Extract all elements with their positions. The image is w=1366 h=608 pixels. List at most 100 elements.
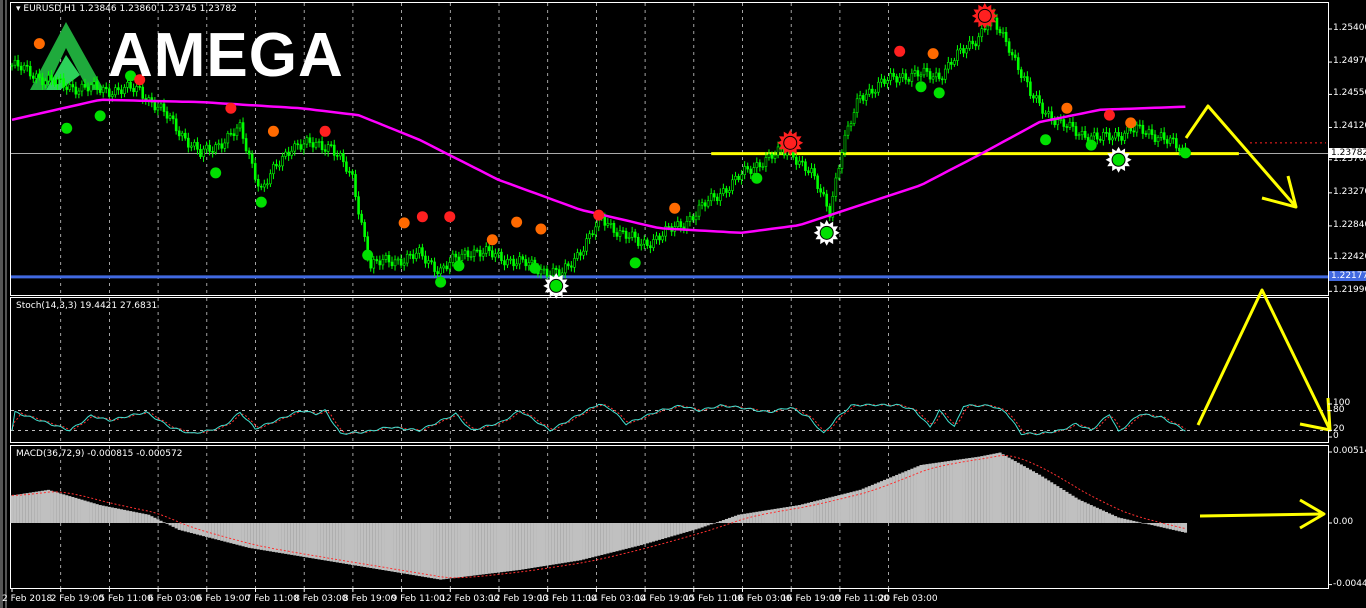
macd-histogram-bar xyxy=(393,523,397,573)
macd-histogram-bar xyxy=(77,498,81,523)
candle-body xyxy=(478,249,482,257)
time-label: 6 Feb 03:00 xyxy=(148,594,202,604)
collapse-arrow-icon[interactable]: ▾ xyxy=(16,4,21,14)
candle-body xyxy=(1126,126,1129,134)
macd-histogram-bar xyxy=(31,492,35,523)
bottom-signal-dot xyxy=(915,81,927,93)
macd-histogram-bar xyxy=(34,491,38,523)
candle-body xyxy=(554,267,558,270)
candle-body xyxy=(390,261,394,267)
macd-histogram-bar xyxy=(1095,507,1099,523)
candle-body xyxy=(220,143,224,149)
bottom-signal-dot xyxy=(820,226,833,239)
macd-histogram-bar xyxy=(527,523,531,569)
candle-body xyxy=(187,137,190,148)
bottom-signal-dot xyxy=(61,122,73,134)
candle-body xyxy=(332,144,336,156)
macd-histogram-bar xyxy=(633,523,637,547)
macd-histogram-bar xyxy=(232,523,236,544)
macd-histogram-bar xyxy=(1028,469,1032,523)
macd-histogram-bar xyxy=(1147,523,1151,525)
macd-histogram-bar xyxy=(591,523,595,558)
candle-body xyxy=(849,123,853,127)
top-signal-dot xyxy=(1061,102,1073,114)
macd-histogram-bar xyxy=(916,466,920,523)
candle-body xyxy=(25,64,29,67)
macd-histogram-bar xyxy=(764,510,768,523)
macd-histogram-bar xyxy=(74,497,78,523)
macd-histogram-bar xyxy=(502,523,507,572)
candle-body xyxy=(767,153,771,158)
macd-histogram-bar xyxy=(1129,520,1133,523)
macd-histogram-bar xyxy=(913,467,917,523)
macd-histogram-bar xyxy=(937,462,941,523)
macd-histogram-bar xyxy=(208,523,212,538)
candle-body xyxy=(907,79,911,82)
macd-histogram-bar xyxy=(113,508,117,523)
macd-histogram-bar xyxy=(159,520,163,523)
candle-body xyxy=(636,236,640,246)
candle-body xyxy=(1004,31,1008,43)
candle-body xyxy=(345,161,348,172)
candle-body xyxy=(190,145,193,148)
price-label: 1.23270 xyxy=(1333,186,1366,197)
candle-body xyxy=(655,235,658,240)
macd-histogram-bar xyxy=(408,523,412,575)
candle-body xyxy=(852,112,856,124)
candle-body xyxy=(62,78,65,88)
level-price-tag: 1.22177 xyxy=(1329,271,1366,281)
candle-body xyxy=(244,138,248,152)
macd-histogram-bar xyxy=(621,523,625,550)
annotation-arrow-stoch xyxy=(1196,288,1332,431)
candle-body xyxy=(840,152,844,169)
candle-body xyxy=(758,162,762,168)
macd-histogram-bar xyxy=(904,471,908,523)
macd-histogram-bar xyxy=(524,523,528,569)
macd-histogram-bar xyxy=(290,523,294,555)
macd-histogram-bar xyxy=(949,460,953,523)
macd-chart xyxy=(10,452,1188,580)
macd-histogram-bar xyxy=(499,523,504,573)
macd-histogram-bar xyxy=(89,502,93,523)
macd-histogram-bar xyxy=(506,523,510,572)
annotation-arrow-main xyxy=(1184,104,1298,208)
macd-histogram-bar xyxy=(551,523,555,565)
macd-histogram-bar xyxy=(697,523,701,529)
candle-body xyxy=(1026,76,1029,83)
macd-histogram-bar xyxy=(983,455,987,523)
macd-histogram-bar xyxy=(1180,523,1184,532)
macd-histogram-bar xyxy=(68,496,72,523)
macd-histogram-bar xyxy=(585,523,589,559)
macd-histogram-bar xyxy=(986,454,990,523)
candle-body xyxy=(74,86,78,95)
candle-body xyxy=(855,98,859,113)
candle-body xyxy=(503,260,506,266)
macd-histogram-bar xyxy=(1001,454,1005,523)
candle-body xyxy=(874,91,877,94)
candle-body xyxy=(375,259,379,262)
candle-body xyxy=(378,260,382,266)
candle-body xyxy=(445,265,449,270)
candle-body xyxy=(1092,132,1096,137)
macd-histogram-bar xyxy=(718,521,722,523)
macd-histogram-bar xyxy=(946,461,950,523)
candle-body xyxy=(798,160,801,165)
macd-histogram-bar xyxy=(460,523,464,578)
macd-histogram-bar xyxy=(515,523,519,571)
candle-body xyxy=(1029,81,1032,96)
candle-body xyxy=(940,78,944,81)
chart-canvas[interactable] xyxy=(0,0,1366,608)
macd-histogram-bar xyxy=(730,516,735,523)
macd-histogram-bar xyxy=(1062,489,1066,523)
candle-body xyxy=(688,216,692,222)
macd-histogram-bar xyxy=(785,506,789,523)
macd-histogram-bar xyxy=(466,523,470,577)
candle-body xyxy=(360,213,363,223)
candle-body xyxy=(1153,134,1157,142)
macd-histogram-bar xyxy=(454,523,458,578)
candle-body xyxy=(813,168,816,177)
candle-body xyxy=(253,163,257,180)
macd-histogram-bar xyxy=(420,523,424,577)
macd-histogram-bar xyxy=(1022,466,1026,523)
macd-histogram-bar xyxy=(375,523,379,569)
